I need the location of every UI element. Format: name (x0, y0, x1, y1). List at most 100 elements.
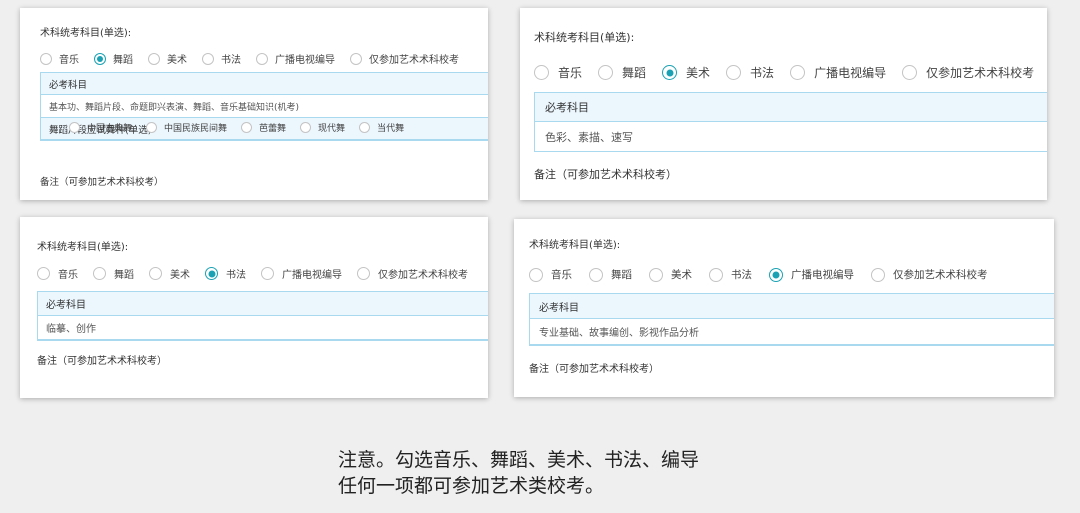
radio-label: 书法 (750, 66, 775, 80)
required-subjects-panel: 必考科目 临摹、创作 (37, 291, 488, 341)
radio-option-dance[interactable]: 舞蹈 (93, 266, 134, 281)
radio-circle[interactable] (534, 65, 549, 80)
radio-label: 舞蹈 (622, 66, 647, 80)
radio-option-fine-arts[interactable]: 美术 (149, 266, 190, 281)
radio-option-dance[interactable]: 舞蹈 (589, 267, 632, 282)
panel-heading: 必考科目 (38, 292, 488, 316)
radio-circle[interactable] (350, 52, 362, 65)
radio-option-dance[interactable]: 舞蹈 (598, 64, 646, 81)
panel-content: 基本功、舞蹈片段、命题即兴表演、舞蹈、音乐基础知识(机考) (41, 95, 488, 118)
panel-content: 色彩、素描、速写 (535, 122, 1047, 151)
radio-option-broadcast-directing[interactable]: 广播电视编导 (256, 51, 335, 66)
radio-circle[interactable] (300, 122, 312, 133)
radio-option-music[interactable]: 音乐 (534, 64, 582, 81)
radio-label: 美术 (170, 270, 190, 281)
notice-line-2: 任何一项都可参加艺术类校考。 (338, 475, 605, 497)
radio-label: 书法 (731, 269, 752, 281)
radio-circle[interactable] (589, 267, 603, 282)
radio-option-broadcast-directing[interactable]: 广播电视编导 (769, 267, 854, 282)
radio-circle-checked[interactable] (769, 267, 783, 282)
radio-circle[interactable] (69, 122, 80, 133)
radio-label: 音乐 (58, 270, 78, 281)
radio-circle[interactable] (202, 52, 214, 65)
radio-label: 书法 (226, 270, 246, 281)
radio-label: 美术 (167, 55, 187, 66)
radio-option-folk-dance[interactable]: 中国民族民间舞 (146, 121, 227, 134)
remark-text: 备注（可参加艺术术科校考） (37, 356, 167, 367)
radio-option-calligraphy[interactable]: 书法 (709, 267, 752, 282)
radio-label: 美术 (671, 269, 692, 281)
radio-label: 广播电视编导 (282, 270, 342, 281)
panel-heading: 必考科目 (535, 93, 1047, 122)
radio-circle[interactable] (261, 267, 274, 280)
radio-circle[interactable] (146, 122, 158, 133)
radio-circle-checked[interactable] (662, 65, 678, 80)
radio-label: 仅参加艺术术科校考 (369, 55, 459, 66)
radio-option-calligraphy[interactable]: 书法 (726, 64, 774, 81)
radio-circle[interactable] (709, 267, 723, 282)
radio-option-school-exam-only[interactable]: 仅参加艺术术科校考 (902, 64, 1034, 81)
radio-label: 美术 (686, 66, 711, 80)
radio-option-fine-arts[interactable]: 美术 (649, 267, 692, 282)
radio-option-fine-arts[interactable]: 美术 (148, 51, 187, 66)
subject-radio-group: 音乐 舞蹈 美术 书法 广播电视编导 仅参加艺术术科校考 (37, 266, 483, 281)
radio-circle[interactable] (359, 122, 371, 133)
radio-circle[interactable] (40, 52, 52, 65)
radio-option-classical-dance[interactable]: 中国古典舞 (69, 121, 132, 134)
notice-line-1: 注意。勾选音乐、舞蹈、美术、书法、编导 (338, 449, 700, 471)
radio-option-broadcast-directing[interactable]: 广播电视编导 (790, 64, 886, 81)
radio-option-modern-dance[interactable]: 现代舞 (300, 121, 345, 134)
radio-option-contemporary-dance[interactable]: 当代舞 (359, 121, 404, 134)
radio-circle[interactable] (529, 267, 543, 282)
card-title: 术科统考科目(单选): (40, 28, 132, 39)
radio-option-music[interactable]: 音乐 (40, 51, 79, 66)
radio-circle[interactable] (649, 267, 663, 282)
radio-circle-checked[interactable] (94, 52, 106, 65)
radio-label: 广播电视编导 (814, 66, 887, 80)
radio-label: 音乐 (59, 55, 79, 66)
radio-circle[interactable] (93, 267, 106, 280)
card-title: 术科统考科目(单选): (37, 242, 129, 253)
radio-label: 书法 (221, 55, 241, 66)
radio-option-fine-arts[interactable]: 美术 (662, 64, 710, 81)
exam-subject-card-fine-arts: 术科统考科目(单选): 音乐 舞蹈 美术 书法 广播电视编导 仅参加艺术术科校考… (520, 8, 1047, 200)
radio-circle[interactable] (790, 65, 806, 80)
radio-label: 中国民族民间舞 (164, 124, 228, 134)
radio-circle[interactable] (871, 267, 885, 282)
required-subjects-panel: 必考科目 专业基础、故事编创、影视作品分析 (529, 293, 1054, 346)
card-title: 术科统考科目(单选): (529, 240, 621, 251)
exam-subject-card-dance: 术科统考科目(单选): 音乐 舞蹈 美术 书法 广播电视编导 仅参加艺术术科校考… (20, 8, 488, 200)
radio-option-school-exam-only[interactable]: 仅参加艺术术科校考 (871, 267, 988, 282)
radio-circle[interactable] (149, 267, 162, 280)
radio-circle[interactable] (256, 52, 268, 65)
radio-label: 芭蕾舞 (259, 124, 287, 134)
radio-option-school-exam-only[interactable]: 仅参加艺术术科校考 (357, 266, 468, 281)
radio-label: 广播电视编导 (275, 55, 335, 66)
panel-heading: 必考科目 (530, 294, 1054, 319)
radio-option-ballet[interactable]: 芭蕾舞 (241, 121, 286, 134)
radio-label: 音乐 (558, 66, 583, 80)
radio-option-school-exam-only[interactable]: 仅参加艺术术科校考 (350, 51, 459, 66)
subject-radio-group: 音乐 舞蹈 美术 书法 广播电视编导 仅参加艺术术科校考 (529, 267, 1005, 282)
radio-option-dance[interactable]: 舞蹈 (94, 51, 133, 66)
radio-label: 仅参加艺术术科校考 (893, 269, 988, 281)
radio-circle-checked[interactable] (205, 267, 218, 280)
radio-circle[interactable] (148, 52, 160, 65)
radio-label: 广播电视编导 (791, 269, 854, 281)
radio-label: 舞蹈 (113, 55, 133, 66)
radio-circle[interactable] (37, 267, 50, 280)
radio-circle[interactable] (598, 65, 614, 80)
radio-circle[interactable] (357, 267, 370, 280)
radio-label: 舞蹈 (611, 269, 632, 281)
radio-circle[interactable] (902, 65, 918, 80)
radio-label: 中国古典舞 (87, 124, 133, 134)
radio-circle[interactable] (726, 65, 742, 80)
remark-text: 备注（可参加艺术术科校考） (534, 168, 677, 181)
radio-label: 音乐 (551, 269, 572, 281)
radio-option-music[interactable]: 音乐 (529, 267, 572, 282)
radio-option-broadcast-directing[interactable]: 广播电视编导 (261, 266, 342, 281)
radio-option-calligraphy[interactable]: 书法 (202, 51, 241, 66)
radio-option-music[interactable]: 音乐 (37, 266, 78, 281)
radio-circle[interactable] (241, 122, 253, 133)
radio-option-calligraphy[interactable]: 书法 (205, 266, 246, 281)
